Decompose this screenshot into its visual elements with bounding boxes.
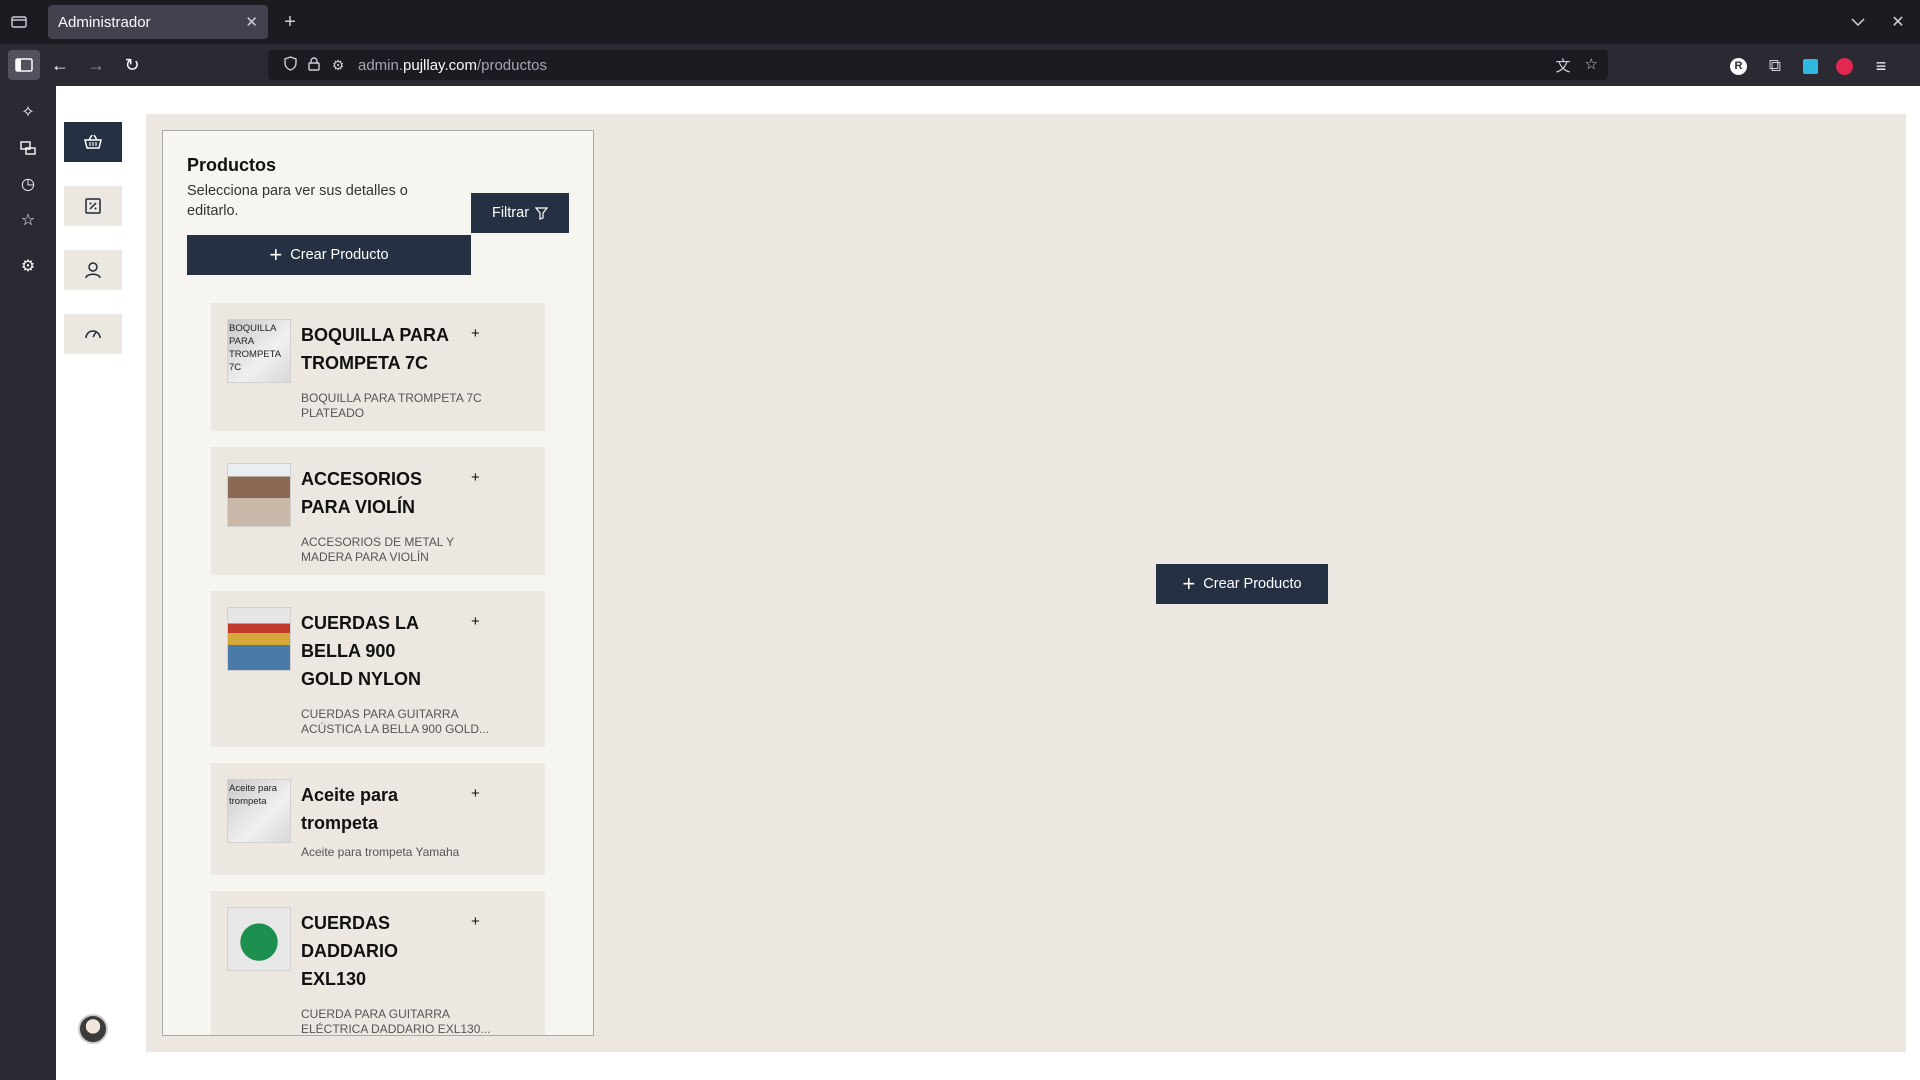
nav-dashboard[interactable] [64, 314, 122, 354]
filter-funnel-icon [535, 206, 549, 220]
product-description: Aceite para trompeta Yamaha [301, 845, 460, 859]
gauge-icon [85, 330, 101, 339]
expand-plus-icon[interactable]: + [471, 913, 480, 930]
extension-r-icon[interactable]: R [1730, 57, 1747, 75]
nav-discounts[interactable] [64, 186, 122, 226]
sidebar-toggle-icon[interactable] [8, 50, 40, 80]
percent-box-icon [85, 198, 101, 214]
tab-title: Administrador [58, 13, 151, 31]
bookmark-star-icon[interactable]: ☆ [1585, 55, 1598, 76]
product-title: ACCESORIOS PARA VIOLÍN [301, 469, 423, 517]
bookmarks-star-icon[interactable]: ☆ [16, 208, 40, 232]
shield-icon[interactable] [278, 56, 302, 74]
nav-users[interactable] [64, 250, 122, 290]
new-tab-icon[interactable]: + [278, 10, 302, 34]
page-title: Productos [187, 155, 277, 175]
main-content: Productos Selecciona para ver sus detall… [146, 114, 1906, 1052]
create-product-button[interactable]: + Crear Producto [187, 235, 471, 275]
extension-red-icon[interactable] [1836, 57, 1853, 75]
settings-gear-icon[interactable]: ⚙ [16, 254, 40, 278]
plus-icon: + [1182, 571, 1196, 596]
product-thumbnail [227, 607, 291, 671]
products-panel: Productos Selecciona para ver sus detall… [162, 130, 594, 1036]
create-product-main-button[interactable]: + Crear Producto [1156, 564, 1328, 604]
product-card[interactable]: ACCESORIOS PARA VIOLÍN + ACCESORIOS DE M… [211, 447, 545, 575]
expand-plus-icon[interactable]: + [471, 469, 480, 486]
window-close-icon[interactable]: ✕ [1886, 10, 1910, 34]
translate-icon[interactable]: 文 [1556, 55, 1571, 76]
product-card[interactable]: CUERDAS LA BELLA 900 GOLD NYLON + CUERDA… [211, 591, 545, 747]
filter-label: Filtrar [491, 205, 530, 221]
reload-icon[interactable]: ↻ [116, 50, 148, 80]
create-product-main-label: Crear Producto [1203, 576, 1302, 592]
product-description: BOQUILLA PARA TROMPETA 7C PLATEADO [301, 391, 482, 420]
create-product-label: Crear Producto [290, 247, 389, 263]
user-icon [85, 262, 101, 279]
product-card[interactable]: BOQUILLA PARA TROMPETA 7C BOQUILLA PARA … [211, 303, 545, 431]
page: Productos Selecciona para ver sus detall… [56, 86, 1920, 1080]
product-title: BOQUILLA PARA TROMPETA 7C [301, 325, 449, 373]
product-description: ACCESORIOS DE METAL Y MADERA PARA VIOLÍN [301, 535, 454, 564]
browser-tab[interactable]: Administrador ✕ [48, 5, 268, 39]
filter-button[interactable]: Filtrar [471, 193, 569, 233]
tab-list-icon[interactable] [8, 12, 30, 32]
url-bar[interactable]: ⚙ admin.pujllay.com/productos 文 ☆ [268, 50, 1608, 80]
browser-nav-bar: ← → ↻ ⚙ admin.pujllay.com/productos 文 ☆ … [0, 44, 1920, 86]
synced-tabs-icon[interactable] [16, 136, 40, 160]
avatar[interactable] [78, 1014, 108, 1044]
lock-icon[interactable] [302, 56, 326, 74]
plus-icon: + [269, 242, 283, 267]
product-title: CUERDAS DADDARIO EXL130 [301, 913, 398, 989]
url-text[interactable]: admin.pujllay.com/productos [358, 57, 547, 74]
product-thumbnail [227, 463, 291, 527]
hamburger-menu-icon[interactable]: ≡ [1871, 56, 1891, 76]
permissions-icon[interactable]: ⚙ [326, 57, 350, 74]
extension-save-icon[interactable] [1803, 58, 1818, 74]
nav-products-basket[interactable] [64, 122, 122, 162]
extensions-puzzle-icon[interactable]: ⧉ [1765, 56, 1785, 76]
back-arrow-icon[interactable]: ← [44, 50, 76, 80]
product-thumbnail: BOQUILLA PARA TROMPETA 7C [227, 319, 291, 383]
forward-arrow-icon[interactable]: → [80, 50, 112, 80]
panel-subtitle: Selecciona para ver sus detalles o edita… [187, 183, 408, 219]
basket-icon [84, 134, 102, 149]
product-thumbnail: Aceite para trompeta [227, 779, 291, 843]
close-icon[interactable]: ✕ [245, 13, 258, 31]
product-card[interactable]: CUERDAS DADDARIO EXL130 + CUERDA PARA GU… [211, 891, 545, 1036]
ai-sparkle-icon[interactable]: ✧ [16, 100, 40, 124]
expand-plus-icon[interactable]: + [471, 613, 480, 630]
product-title: CUERDAS LA BELLA 900 GOLD NYLON [301, 613, 421, 689]
expand-plus-icon[interactable]: + [471, 785, 480, 802]
history-clock-icon[interactable]: ◷ [16, 172, 40, 196]
product-description: CUERDAS PARA GUITARRA ACÚSTICA LA BELLA … [301, 707, 490, 736]
product-title: Aceite para trompeta [301, 785, 399, 833]
chevron-down-icon[interactable] [1846, 10, 1870, 34]
product-thumbnail [227, 907, 291, 971]
browser-tab-bar: Administrador ✕ + ✕ [0, 0, 1920, 44]
product-card[interactable]: Aceite para trompeta Aceite para trompet… [211, 763, 545, 875]
product-description: CUERDA PARA GUITARRA ELÉCTRICA DADDARIO … [301, 1007, 491, 1036]
browser-sidebar: ✧ ◷ ☆ ⚙ [0, 86, 56, 1080]
expand-plus-icon[interactable]: + [471, 325, 480, 342]
